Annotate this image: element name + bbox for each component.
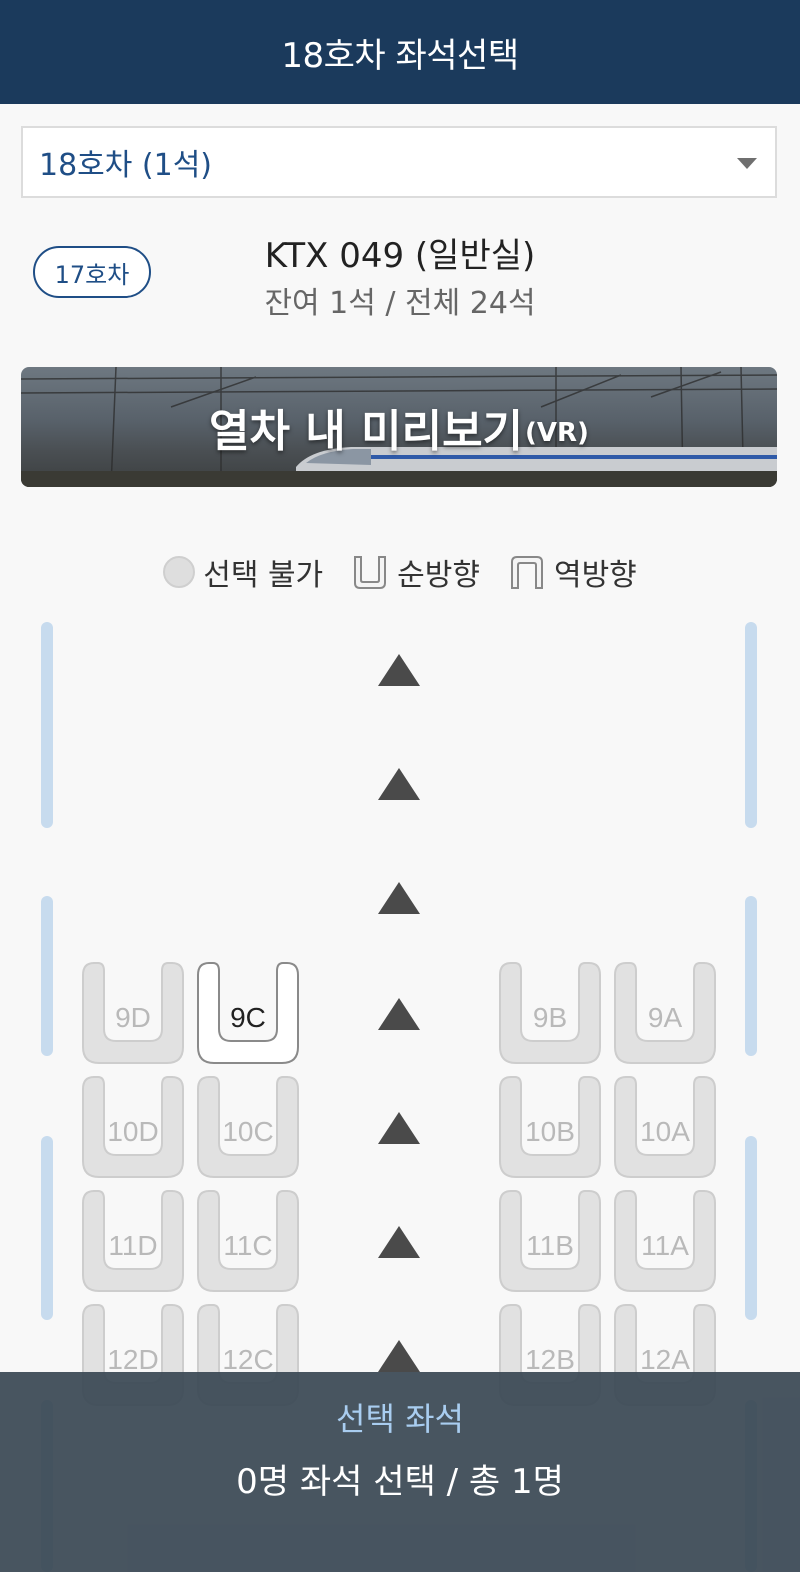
chevron-down-icon <box>737 158 757 169</box>
page-title: 18호차 좌석선택 <box>281 35 519 76</box>
unavailable-circle-icon <box>163 556 196 588</box>
seat-label: 9D <box>115 1002 151 1033</box>
direction-arrow-icon <box>378 1340 420 1372</box>
legend-reverse: 역방향 <box>508 550 637 594</box>
header-bar: 18호차 좌석선택 <box>0 0 800 104</box>
direction-arrow-icon <box>378 654 420 686</box>
forward-seat-icon <box>354 556 387 589</box>
car-select-value: 18호차 (1석) <box>39 148 213 183</box>
seat-legend: 선택 불가 순방향 역방향 <box>0 550 800 594</box>
seat-9D[interactable]: 9D <box>80 961 186 1065</box>
seat-label: 9C <box>230 1002 266 1033</box>
window-right-3 <box>745 1136 757 1320</box>
car-select-dropdown[interactable]: 18호차 (1석) <box>21 126 777 198</box>
seat-label: 9A <box>647 1002 683 1033</box>
direction-arrow-icon <box>378 768 420 800</box>
seat-label: 11B <box>526 1230 574 1261</box>
selected-seat-status: 0명 좌석 선택 / 총 1명 <box>236 1462 564 1502</box>
window-left-2 <box>41 896 53 1056</box>
legend-forward-label: 순방향 <box>397 558 480 593</box>
seat-label: 10D <box>107 1116 159 1147</box>
seat-label: 10A <box>640 1116 690 1147</box>
seat-label: 11C <box>223 1230 273 1261</box>
vr-banner-text: 열차 내 미리보기 (VR) <box>21 367 777 487</box>
train-name: KTX 049 (일반실) <box>264 236 536 276</box>
seat-10B[interactable]: 10B <box>497 1075 603 1179</box>
legend-unavailable: 선택 불가 <box>163 550 323 594</box>
seat-11B[interactable]: 11B <box>497 1189 603 1293</box>
direction-arrow-icon <box>378 882 420 914</box>
seat-10C[interactable]: 10C <box>195 1075 301 1179</box>
vr-preview-banner[interactable]: 열차 내 미리보기 (VR) <box>21 367 777 487</box>
seat-11D[interactable]: 11D <box>80 1189 186 1293</box>
seat-count: 잔여 1석 / 전체 24석 <box>264 286 536 321</box>
window-left-3 <box>41 1136 53 1320</box>
direction-arrow-icon <box>378 1112 420 1144</box>
window-left-1 <box>41 622 53 828</box>
seat-label: 10B <box>525 1116 575 1147</box>
legend-reverse-label: 역방향 <box>553 558 637 593</box>
seat-label: 10C <box>222 1116 274 1147</box>
direction-arrow-icon <box>378 998 420 1030</box>
seat-label: 11D <box>108 1230 158 1261</box>
vr-banner-suffix: (VR) <box>525 418 589 448</box>
direction-arrow-icon <box>378 1226 420 1258</box>
seat-10D[interactable]: 10D <box>80 1075 186 1179</box>
seat-11A[interactable]: 11A <box>612 1189 718 1293</box>
legend-unavailable-label: 선택 불가 <box>203 558 324 593</box>
seat-10A[interactable]: 10A <box>612 1075 718 1179</box>
seat-9A[interactable]: 9A <box>612 961 718 1065</box>
selected-seat-title: 선택 좌석 <box>336 1400 464 1438</box>
seat-9B[interactable]: 9B <box>497 961 603 1065</box>
window-right-2 <box>745 896 757 1056</box>
reverse-seat-icon <box>510 556 543 589</box>
window-right-1 <box>745 622 757 828</box>
seat-9C[interactable]: 9C <box>195 961 301 1065</box>
selected-seat-panel: 선택 좌석 0명 좌석 선택 / 총 1명 <box>0 1372 800 1572</box>
seat-label: 9B <box>532 1002 568 1033</box>
vr-banner-label: 열차 내 미리보기 <box>209 406 524 457</box>
seat-label: 11A <box>641 1230 689 1261</box>
legend-forward: 순방향 <box>351 550 480 594</box>
seat-11C[interactable]: 11C <box>195 1189 301 1293</box>
